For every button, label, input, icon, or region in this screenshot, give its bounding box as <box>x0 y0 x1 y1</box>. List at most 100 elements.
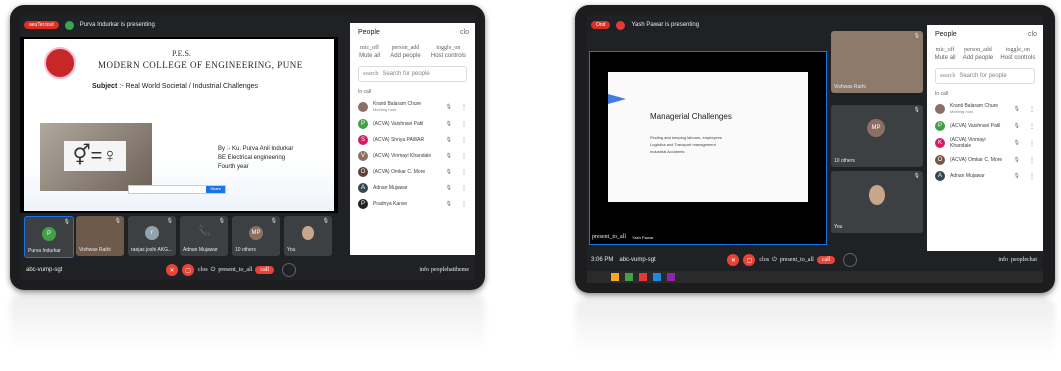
left-mic-off-button[interactable]: ✕ <box>166 264 178 276</box>
add-people-control[interactable]: person_add Add people <box>390 44 420 60</box>
mic-off-icon[interactable]: 🎙 <box>1014 106 1020 112</box>
left-controls-text[interactable]: clos <box>198 267 208 273</box>
tile-name: 10 others <box>235 247 256 253</box>
right-people-button[interactable]: people <box>1011 257 1027 263</box>
participant-avatar: O <box>358 167 368 177</box>
right-end-call-button[interactable]: call <box>816 256 836 264</box>
left-present-button[interactable]: present_to_all <box>218 267 252 273</box>
mic-off-icon[interactable]: 🎙 <box>446 137 452 143</box>
mic-off-icon[interactable]: 🎙 <box>1014 140 1020 146</box>
more-vert-icon[interactable]: ⋮ <box>461 137 467 144</box>
participant-row: A Adnan Mujawar 🎙 ⋮ <box>927 168 1043 184</box>
participant-tile[interactable]: 🎙 You <box>284 216 332 256</box>
slide-author: By :- Ku. Purva Anil Indurkar <box>218 146 294 152</box>
participant-name-block: Kranti Balaram Chure Meeting host <box>373 101 437 113</box>
toggle-on-icon: toggle_on <box>1005 47 1030 53</box>
participant-name: (ACVA) Vinmayi Khandale <box>950 137 986 149</box>
participant-name: (ACVA) Vaishnavi Patil <box>950 123 1001 129</box>
more-vert-icon[interactable]: ⋮ <box>1029 140 1035 147</box>
more-vert-icon[interactable]: ⋮ <box>461 104 467 111</box>
more-vert-icon[interactable]: ⋮ <box>1029 106 1035 113</box>
participant-name-block: (ACVA) Vinmayi Khandale <box>373 153 437 159</box>
mic-off-icon: mic_off <box>935 47 955 53</box>
right-mic-off-button[interactable]: ✕ <box>727 254 740 266</box>
participant-name-block: Pradnya Kanse <box>373 201 437 207</box>
right-mute-all-label: Mute all <box>934 55 956 61</box>
right-in-call-heading: In call <box>935 91 949 97</box>
participant-tile[interactable]: 🎙 You <box>831 171 923 233</box>
right-add-people-control[interactable]: person_add Add people <box>963 46 993 62</box>
participant-tile[interactable]: 📞 🎙 Adnan Mujawar <box>180 216 228 256</box>
more-vert-icon[interactable]: ⋮ <box>1029 123 1035 130</box>
more-vert-icon[interactable]: ⋮ <box>1029 157 1035 164</box>
right-more-options-icon[interactable] <box>843 253 858 267</box>
right-present-button[interactable]: present_to_all <box>780 257 814 263</box>
left-cc-icon[interactable]: ⏻ <box>211 267 216 274</box>
participant-tile[interactable]: MP 🎙 10 others <box>232 216 280 256</box>
mic-off-icon[interactable]: 🎙 <box>446 153 452 159</box>
left-people-close-icon[interactable]: clo <box>460 29 469 36</box>
left-reflection <box>10 292 485 352</box>
more-vert-icon[interactable]: ⋮ <box>461 169 467 176</box>
right-host-controls-control[interactable]: toggle_on Host controls <box>1000 46 1035 62</box>
mic-off-icon[interactable]: 🎙 <box>446 201 452 207</box>
mic-off-icon[interactable]: 🎙 <box>1014 123 1020 129</box>
college-logo <box>44 47 76 79</box>
right-tablet-frame: Ond Yash Pawar is presenting Managerial … <box>575 5 1055 293</box>
mic-off-icon: 🎙 <box>114 218 121 224</box>
taskbar-app-icon[interactable] <box>639 273 647 281</box>
participant-tile[interactable]: 🎙 Vishwas Rathi <box>76 216 124 256</box>
right-time: 3:06 PM <box>591 257 614 263</box>
participant-tile[interactable]: 🎙 Vishwas Rathi <box>831 31 923 93</box>
right-chat-button[interactable]: chat <box>1027 257 1037 263</box>
taskbar-app-icon[interactable] <box>667 273 675 281</box>
more-vert-icon[interactable]: ⋮ <box>461 201 467 208</box>
participant-row: V (ACVA) Vinmayi Khandale 🎙 ⋮ <box>350 148 475 164</box>
slide-bullet: Finding and keeping labours, employees <box>650 135 722 140</box>
left-meet-screen: aeuTer.tout Purva Indurkar is presenting… <box>20 15 475 280</box>
mic-off-icon[interactable]: 🎙 <box>446 104 452 110</box>
left-people-button[interactable]: peoplehat <box>431 267 454 273</box>
tile-name: Vishwas Rathi <box>79 247 111 253</box>
participant-name: (ACVA) Shriya PAWAR <box>373 137 425 143</box>
mic-off-icon[interactable]: 🎙 <box>446 185 452 191</box>
participant-name-block: Adnan Mujawar <box>373 185 437 191</box>
mic-off-icon[interactable]: 🎙 <box>1014 173 1020 179</box>
left-activities-button[interactable]: theme <box>454 267 469 273</box>
participant-avatar: V <box>358 151 368 161</box>
more-vert-icon[interactable]: ⋮ <box>461 153 467 160</box>
left-cam-off-button[interactable]: ▢ <box>182 264 194 276</box>
taskbar-app-icon[interactable] <box>611 273 619 281</box>
taskbar-app-icon[interactable] <box>653 273 661 281</box>
right-info-button[interactable]: info <box>998 257 1008 263</box>
mic-off-icon[interactable]: 🎙 <box>446 121 452 127</box>
participant-name-block: Kranti Balaram Chure Meeting host <box>950 103 1005 115</box>
mic-off-icon[interactable]: 🎙 <box>1014 157 1020 163</box>
participant-tile[interactable]: P 🎙 Purva Indurkar <box>24 216 74 258</box>
right-cam-off-button[interactable]: ▢ <box>743 254 756 266</box>
host-controls-control[interactable]: toggle_on Host controls <box>431 44 466 60</box>
right-people-search-input[interactable]: search Search for people <box>935 68 1035 84</box>
participant-tile[interactable]: MP 🎙 10 others <box>831 105 923 167</box>
left-info-button[interactable]: info <box>419 267 429 273</box>
right-mute-all-control[interactable]: mic_off Mute all <box>935 46 956 62</box>
right-controls-text[interactable]: clos <box>759 257 769 263</box>
left-people-search-input[interactable]: search Search for people <box>358 66 467 82</box>
taskbar-app-icon[interactable] <box>625 273 633 281</box>
more-vert-icon[interactable]: ⋮ <box>1029 173 1035 180</box>
search-icon: search <box>363 71 379 77</box>
right-cc-icon[interactable]: ⏻ <box>772 257 777 264</box>
mic-off-icon[interactable]: 🎙 <box>446 169 452 175</box>
left-end-call-button[interactable]: call <box>255 266 275 274</box>
participant-tile[interactable]: r 🎙 raejas joshi AKG... <box>128 216 176 256</box>
right-people-close-icon[interactable]: clo <box>1028 31 1037 38</box>
mic-off-icon: 🎙 <box>166 218 173 224</box>
right-search-placeholder: Search for people <box>959 73 1007 79</box>
more-vert-icon[interactable]: ⋮ <box>461 121 467 128</box>
right-reflection <box>575 296 1055 356</box>
slide-share-button[interactable]: Share <box>206 186 225 193</box>
mute-all-control[interactable]: mic_off Mute all <box>359 44 380 60</box>
slide-year: Fourth year <box>218 164 249 170</box>
more-vert-icon[interactable]: ⋮ <box>461 185 467 192</box>
left-more-options-icon[interactable] <box>282 263 297 277</box>
